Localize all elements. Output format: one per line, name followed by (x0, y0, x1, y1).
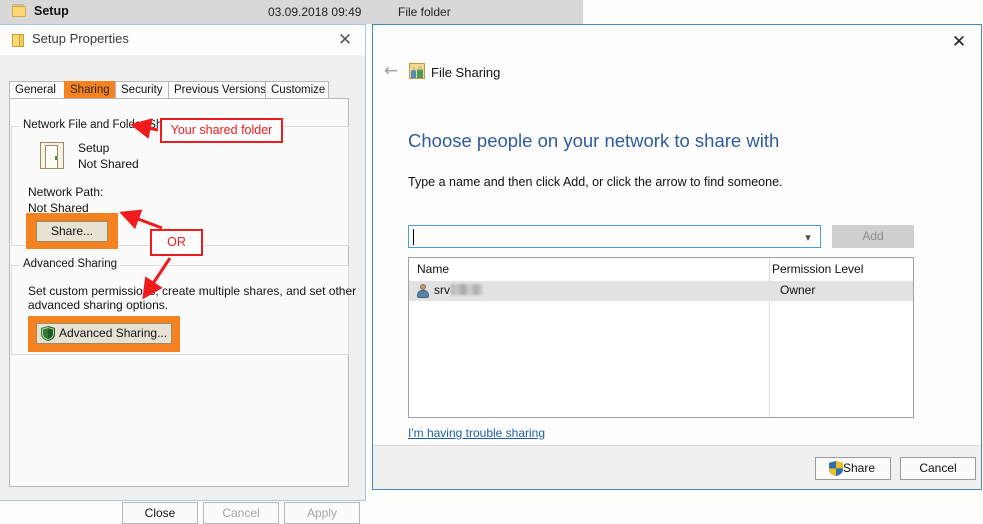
share-button[interactable]: Share... (36, 221, 108, 242)
tab-general[interactable]: General (9, 81, 65, 99)
explorer-item-date: 03.09.2018 09:49 (268, 5, 361, 19)
user-icon (417, 284, 429, 298)
advanced-sharing-description-line1: Set custom permissions, create multiple … (28, 284, 356, 298)
setup-properties-dialog: Setup Properties ✕ General Sharing Secur… (0, 24, 366, 501)
tab-previous-versions[interactable]: Previous Versions (168, 81, 266, 99)
file-sharing-subtext: Type a name and then click Add, or click… (408, 175, 783, 189)
file-sharing-icon (409, 63, 425, 79)
shared-folder-name: Setup (78, 141, 109, 155)
properties-tabstrip: General Sharing Security Previous Versio… (9, 81, 349, 99)
advanced-sharing-button[interactable]: Advanced Sharing... (36, 323, 172, 344)
table-cell-name: srv (434, 283, 483, 297)
file-sharing-dialog: ✕ ← File Sharing Choose people on your n… (372, 24, 982, 490)
advanced-sharing-group-label: Advanced Sharing (20, 258, 120, 270)
properties-title: Setup Properties (32, 31, 129, 46)
shared-folder-state: Not Shared (78, 157, 139, 171)
tab-customize[interactable]: Customize (265, 81, 329, 99)
advanced-sharing-description-line2: advanced sharing options. (28, 298, 168, 312)
folder-icon (12, 4, 27, 17)
share-button[interactable]: Share (815, 457, 891, 480)
table-header: Name Permission Level (409, 258, 913, 282)
permissions-table[interactable]: Name Permission Level srv Owner (408, 257, 914, 418)
file-sharing-footer: Share Cancel (373, 445, 981, 489)
properties-titlebar: Setup Properties ✕ (0, 25, 365, 55)
apply-button: Apply (284, 502, 360, 524)
cancel-button[interactable]: Cancel (900, 457, 976, 480)
chevron-down-icon[interactable]: ▾ (800, 230, 816, 245)
close-button[interactable]: Close (122, 502, 198, 524)
tab-sharing[interactable]: Sharing (64, 81, 116, 99)
file-sharing-heading: Choose people on your network to share w… (408, 130, 779, 152)
cancel-button: Cancel (203, 502, 279, 524)
back-arrow-icon[interactable]: ← (379, 60, 403, 82)
explorer-item-name: Setup (34, 4, 69, 18)
shield-icon (829, 461, 843, 476)
shield-icon (41, 326, 55, 341)
table-cell-name-text: srv (434, 283, 450, 297)
explorer-item-type: File folder (398, 5, 451, 19)
annotation-or: OR (150, 229, 203, 256)
table-row[interactable]: srv Owner (409, 281, 913, 301)
add-button: Add (832, 225, 914, 248)
file-sharing-titlebar-label: File Sharing (431, 65, 500, 80)
text-caret (413, 229, 414, 245)
column-header-permission-level[interactable]: Permission Level (772, 262, 863, 276)
tab-security[interactable]: Security (115, 81, 169, 99)
network-path-label: Network Path: (28, 185, 103, 199)
close-icon[interactable]: ✕ (333, 29, 357, 51)
table-cell-permission: Owner (780, 283, 815, 297)
trouble-sharing-link[interactable]: I'm having trouble sharing (408, 426, 545, 440)
explorer-selected-row[interactable]: Setup 03.09.2018 09:49 File folder (0, 0, 583, 24)
annotation-your-shared-folder: Your shared folder (160, 118, 283, 143)
column-header-name[interactable]: Name (417, 262, 449, 276)
folder-icon (12, 33, 25, 47)
name-combobox[interactable]: ▾ (408, 225, 821, 248)
redacted-name-block (451, 284, 483, 295)
folder-icon (40, 140, 66, 170)
close-icon[interactable]: ✕ (947, 31, 971, 53)
